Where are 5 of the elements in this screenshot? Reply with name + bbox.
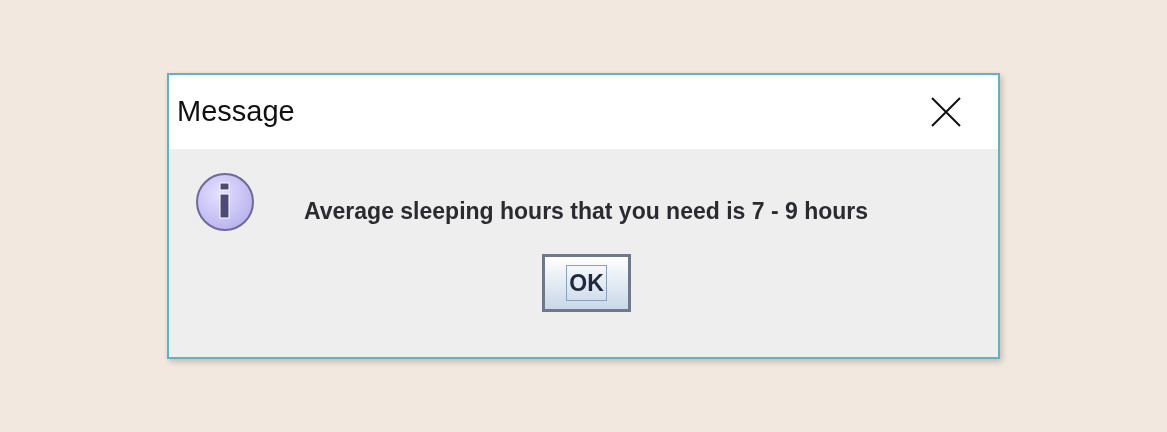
message-text: Average sleeping hours that you need is 7 - 9 hours xyxy=(304,197,869,226)
window-title: Message xyxy=(177,94,295,130)
ok-button[interactable]: OK xyxy=(542,254,631,312)
info-icon xyxy=(195,172,257,234)
close-icon xyxy=(931,97,961,127)
